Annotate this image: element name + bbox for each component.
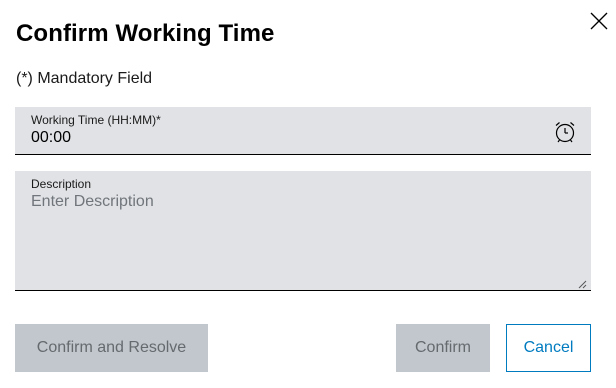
mandatory-field-note: (*) Mandatory Field: [16, 70, 153, 87]
confirm-working-time-dialog: Confirm Working Time (*) Mandatory Field…: [0, 0, 616, 388]
close-icon[interactable]: [588, 10, 610, 32]
cancel-button[interactable]: Cancel: [506, 324, 591, 372]
working-time-input[interactable]: [31, 129, 511, 147]
confirm-and-resolve-button[interactable]: Confirm and Resolve: [15, 324, 208, 372]
working-time-label: Working Time (HH:MM)*: [31, 113, 161, 127]
confirm-button[interactable]: Confirm: [396, 324, 490, 372]
description-textarea[interactable]: [31, 193, 571, 281]
description-field[interactable]: Description: [15, 171, 591, 291]
alarm-clock-icon[interactable]: [553, 120, 577, 144]
resize-grip-icon[interactable]: [577, 276, 587, 289]
working-time-field[interactable]: Working Time (HH:MM)*: [15, 107, 591, 155]
description-label: Description: [31, 177, 92, 191]
dialog-title: Confirm Working Time: [16, 20, 275, 47]
